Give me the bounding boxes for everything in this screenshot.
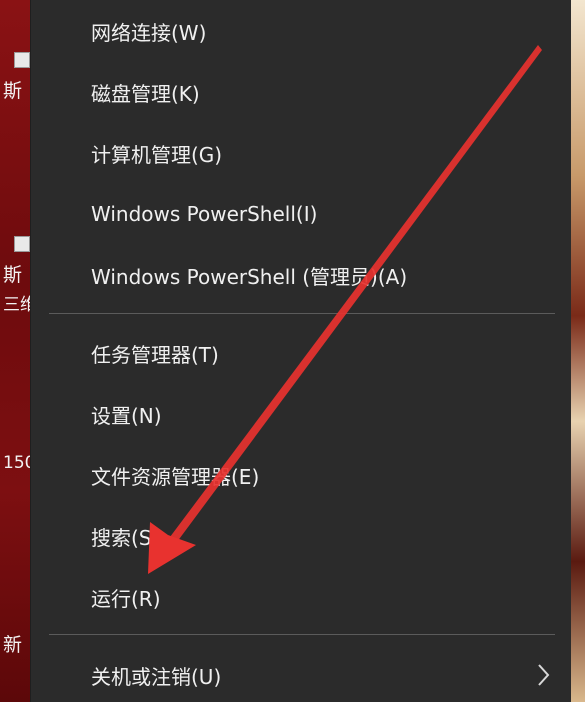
winx-context-menu: 网络连接(W) 磁盘管理(K) 计算机管理(G) Windows PowerSh… xyxy=(30,0,571,702)
menu-item-label: 关机或注销(U) xyxy=(91,664,222,689)
menu-item-label: 文件资源管理器(E) xyxy=(91,464,260,489)
menu-item-label: 网络连接(W) xyxy=(91,20,207,45)
menu-item-computer-management[interactable]: 计算机管理(G) xyxy=(31,127,571,179)
desktop-background: 斯 斯 三维 150 新 xyxy=(0,0,30,702)
menu-item-task-manager[interactable]: 任务管理器(T) xyxy=(31,327,571,379)
menu-separator xyxy=(49,634,555,635)
menu-item-file-explorer[interactable]: 文件资源管理器(E) xyxy=(31,449,571,501)
menu-item-powershell[interactable]: Windows PowerShell(I) xyxy=(31,188,571,240)
menu-item-label: 计算机管理(G) xyxy=(91,142,223,167)
menu-item-powershell-admin[interactable]: Windows PowerShell (管理员)(A) xyxy=(31,249,571,301)
desktop-shortcut-icon[interactable] xyxy=(14,236,30,252)
desktop-shortcut-label[interactable]: 斯 xyxy=(3,80,30,102)
menu-separator xyxy=(49,313,555,314)
desktop-shortcut-icon[interactable] xyxy=(14,52,30,68)
menu-item-label: 运行(R) xyxy=(91,586,161,611)
desktop-shortcut-label[interactable]: 三维 xyxy=(3,294,30,316)
chevron-right-icon xyxy=(538,664,550,686)
desktop-background-right xyxy=(570,0,585,702)
menu-item-label: 任务管理器(T) xyxy=(91,342,219,367)
desktop-shortcut-label[interactable]: 150 xyxy=(3,452,30,474)
menu-item-label: Windows PowerShell (管理员)(A) xyxy=(91,264,408,289)
desktop-shortcut-label[interactable]: 新 xyxy=(3,634,30,656)
menu-item-search[interactable]: 搜索(S) xyxy=(31,510,571,562)
menu-item-network-connections[interactable]: 网络连接(W) xyxy=(31,5,571,57)
screen: 斯 斯 三维 150 新 网络连接(W) 磁盘管理(K) 计算机管理(G) Wi… xyxy=(0,0,585,702)
menu-item-shutdown-signout[interactable]: 关机或注销(U) xyxy=(31,649,571,701)
desktop-shortcut-label[interactable]: 斯 xyxy=(3,264,30,286)
menu-item-label: 磁盘管理(K) xyxy=(91,81,200,106)
menu-item-label: 设置(N) xyxy=(91,403,162,428)
menu-item-label: Windows PowerShell(I) xyxy=(91,202,318,226)
menu-item-label: 搜索(S) xyxy=(91,525,160,550)
menu-item-disk-management[interactable]: 磁盘管理(K) xyxy=(31,66,571,118)
menu-item-run[interactable]: 运行(R) xyxy=(31,571,571,623)
menu-item-settings[interactable]: 设置(N) xyxy=(31,388,571,440)
